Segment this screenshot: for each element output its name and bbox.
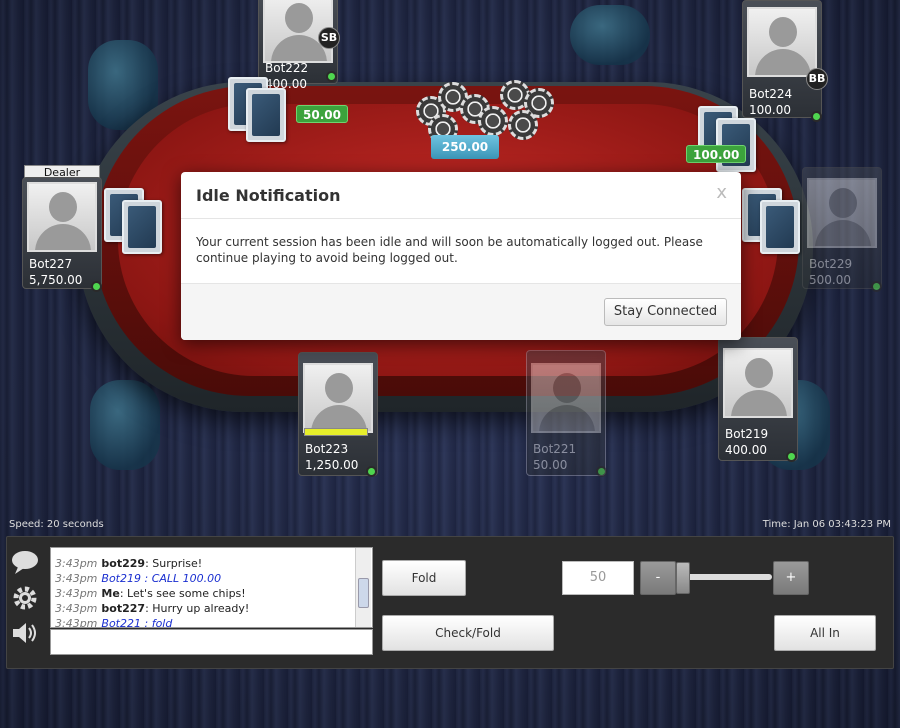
increase-bet-button[interactable]: +: [773, 561, 809, 595]
gear-icon[interactable]: [10, 585, 40, 611]
online-indicator: [91, 281, 102, 292]
player-stack: 500.00: [809, 273, 851, 287]
card-back: [246, 88, 286, 142]
avatar: [747, 7, 817, 77]
card-back: [760, 200, 800, 254]
player-stack: 50.00: [533, 458, 568, 472]
seat-bot221[interactable]: Bot221 50.00: [526, 350, 606, 476]
close-icon[interactable]: x: [716, 182, 727, 203]
player-name: Bot229: [809, 257, 853, 271]
chat-line: 3:43pm Bot219 : CALL 100.00: [55, 572, 222, 585]
seat-bot229[interactable]: Bot229 500.00: [802, 167, 882, 289]
bet-amount-input[interactable]: 50: [562, 561, 634, 595]
player-stack: 1,250.00: [305, 458, 359, 472]
avatar: [723, 348, 793, 418]
check-fold-button[interactable]: Check/Fold: [382, 615, 554, 651]
seat-bot224[interactable]: Bot224 100.00: [742, 0, 822, 118]
chat-line-partial: [51, 548, 372, 556]
player-stack: 400.00: [725, 443, 767, 457]
chat-log[interactable]: 3:43pm bot229: Surprise! 3:43pm Bot219 : C…: [50, 547, 373, 628]
scrollbar-thumb[interactable]: [358, 578, 369, 608]
player-name: Bot222: [265, 61, 309, 75]
small-blind-badge: SB: [318, 27, 340, 49]
dialog-title: Idle Notification: [196, 186, 341, 205]
avatar: [303, 363, 373, 433]
dialog-footer: Stay Connected: [181, 283, 741, 340]
online-indicator: [366, 466, 377, 477]
chat-line: 3:43pm bot227: Hurry up already!: [55, 602, 250, 615]
online-indicator: [871, 281, 882, 292]
decrease-bet-button[interactable]: -: [640, 561, 676, 595]
bet-slider-track[interactable]: [676, 574, 772, 580]
player-name: Bot221: [533, 442, 577, 456]
bet-amount: 100.00: [686, 145, 747, 163]
bet-amount: 50.00: [296, 105, 348, 123]
speaker-icon[interactable]: [10, 620, 40, 646]
avatar: [807, 178, 877, 248]
player-stack: 5,750.00: [29, 273, 83, 287]
chat-line: 3:43pm Bot221 : fold: [55, 617, 173, 628]
all-in-button[interactable]: All In: [774, 615, 876, 651]
chat-input[interactable]: [50, 629, 373, 655]
card-back: [122, 200, 162, 254]
chat-line: 3:43pm Me: Let's see some chips!: [55, 587, 246, 600]
seat-bot227[interactable]: Bot227 5,750.00: [22, 177, 102, 289]
player-name: Bot224: [749, 87, 793, 101]
chat-line: 3:43pm bot229: Surprise!: [55, 557, 203, 570]
chair: [570, 5, 650, 65]
turn-timer-bar: [304, 428, 368, 436]
player-name: Bot227: [29, 257, 73, 271]
chat-scrollbar[interactable]: [355, 548, 371, 627]
seat-bot223[interactable]: Bot223 1,250.00: [298, 352, 378, 476]
player-stack: 100.00: [749, 103, 791, 117]
player-name: Bot223: [305, 442, 349, 456]
player-name: Bot219: [725, 427, 769, 441]
avatar: [531, 363, 601, 433]
chat-bubble-icon[interactable]: [10, 549, 40, 575]
stay-connected-button[interactable]: Stay Connected: [604, 298, 727, 326]
bet-slider-handle[interactable]: [676, 562, 690, 594]
online-indicator: [326, 71, 337, 82]
idle-notification-dialog: Idle Notification x Your current session…: [181, 172, 741, 340]
speed-label: Speed: 20 seconds: [9, 519, 104, 530]
online-indicator: [811, 111, 822, 122]
big-blind-badge: BB: [806, 68, 828, 90]
fold-button[interactable]: Fold: [382, 560, 466, 596]
avatar: [27, 182, 97, 252]
online-indicator: [596, 466, 607, 477]
divider: [181, 218, 741, 219]
chair: [90, 380, 160, 470]
seat-bot219[interactable]: Bot219 400.00: [718, 337, 798, 461]
pot-amount: 250.00: [431, 135, 499, 159]
online-indicator: [786, 451, 797, 462]
time-label: Time: Jan 06 03:43:23 PM: [762, 519, 891, 530]
dialog-message: Your current session has been idle and w…: [196, 235, 703, 265]
